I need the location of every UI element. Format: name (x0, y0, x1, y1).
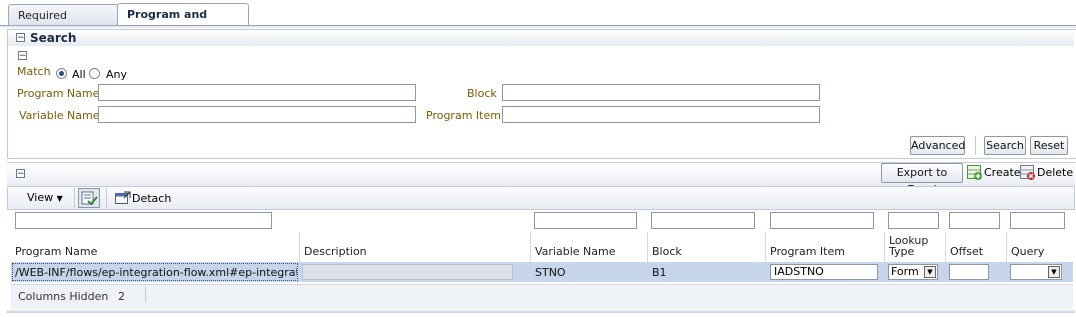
search-button[interactable]: Search (984, 136, 1026, 155)
col-variable-name[interactable]: Variable Name (531, 232, 648, 262)
export-to-excel-button[interactable]: Export to Excel (881, 163, 963, 196)
block-input[interactable] (502, 84, 820, 101)
query-select[interactable]: ▼ (1010, 264, 1062, 280)
col-program-name[interactable]: Program Name (11, 232, 300, 262)
chevron-down-icon: ▼ (56, 194, 63, 203)
divider (145, 287, 146, 303)
search-panel-header (8, 30, 1074, 46)
match-all-label: All (72, 68, 86, 81)
col-query[interactable]: Query (1007, 232, 1073, 262)
match-any-label: Any (106, 68, 128, 81)
col-variable-name-label: Variable Name (535, 245, 616, 258)
program-name-input[interactable] (98, 84, 416, 101)
col-program-item[interactable]: Program Item (766, 232, 885, 262)
lookup-type-select[interactable]: Form ▼ (888, 264, 938, 280)
collapse-results-icon[interactable]: − (16, 169, 25, 179)
cell-description[interactable] (302, 264, 513, 280)
program-name-label: Program Name (17, 87, 100, 100)
bottom-border (7, 310, 1075, 313)
chevron-down-icon: ▼ (924, 266, 936, 278)
detach-label[interactable]: Detach (132, 192, 171, 205)
match-all-radio[interactable] (56, 68, 67, 79)
delete-icon[interactable] (1020, 165, 1036, 180)
divider (106, 188, 107, 208)
columns-hidden-label: Columns Hidden (18, 290, 109, 303)
match-label: Match (17, 65, 51, 78)
program-item-input[interactable] (502, 106, 820, 123)
freeze-icon[interactable] (78, 188, 100, 208)
filter-offset[interactable] (949, 212, 1000, 229)
tab-program-and-items[interactable]: Program and Items (117, 3, 249, 42)
delete-label[interactable]: Delete (1037, 166, 1073, 179)
col-block[interactable]: Block (648, 232, 766, 262)
filter-block[interactable] (651, 212, 755, 229)
offset-input[interactable] (949, 264, 989, 280)
col-description[interactable]: Description (300, 232, 531, 262)
col-block-label: Block (652, 245, 682, 258)
col-offset[interactable]: Offset (946, 232, 1007, 262)
match-any-radio[interactable] (89, 68, 100, 79)
create-icon[interactable] (967, 165, 983, 180)
col-program-name-label: Program Name (15, 245, 98, 258)
filter-program-name[interactable] (15, 212, 272, 229)
col-program-item-label: Program Item (770, 245, 845, 258)
view-label: View (27, 191, 54, 204)
tab-bar: Required Variables Program and Items (0, 0, 1076, 43)
search-title: Search (30, 31, 77, 45)
cell-block: B1 (652, 266, 667, 279)
filter-variable-name[interactable] (534, 212, 637, 229)
col-description-label: Description (304, 245, 367, 258)
columns-hidden-count: 2 (118, 290, 125, 303)
cell-program-name: /WEB-INF/flows/ep-integration-flow.xml#e… (15, 266, 297, 279)
cell-program-item-input[interactable]: IADSTNO (770, 264, 878, 280)
tab-required-variables[interactable]: Required Variables (8, 4, 120, 43)
detach-icon[interactable] (115, 191, 131, 205)
create-label[interactable]: Create (984, 166, 1021, 179)
view-menu[interactable]: View ▼ (27, 191, 63, 204)
lookup-type-value: Form (891, 265, 919, 278)
collapse-search-icon[interactable]: − (16, 33, 25, 43)
cell-variable-name: STNO (535, 266, 566, 279)
filter-query[interactable] (1010, 212, 1065, 229)
col-query-label: Query (1011, 245, 1045, 258)
reset-button[interactable]: Reset (1030, 136, 1068, 155)
col-offset-label: Offset (950, 245, 984, 258)
collapse-criteria-icon[interactable]: − (18, 51, 27, 61)
cell-program-item-value: IADSTNO (774, 265, 824, 278)
block-label: Block (467, 87, 497, 100)
table-footer (11, 284, 1073, 309)
filter-program-item[interactable] (770, 212, 874, 229)
program-item-label: Program Item (426, 109, 501, 122)
col-lookup-type[interactable]: Lookup Type (885, 232, 946, 262)
chevron-down-icon: ▼ (1048, 266, 1060, 278)
advanced-button[interactable]: Advanced (910, 136, 965, 155)
divider (74, 188, 75, 208)
filter-lookup-type[interactable] (888, 212, 939, 229)
divider (975, 136, 976, 155)
variable-name-label: Variable Name (19, 109, 100, 122)
col-lookup-type-label-2: Type (889, 245, 915, 258)
variable-name-input[interactable] (98, 106, 416, 123)
